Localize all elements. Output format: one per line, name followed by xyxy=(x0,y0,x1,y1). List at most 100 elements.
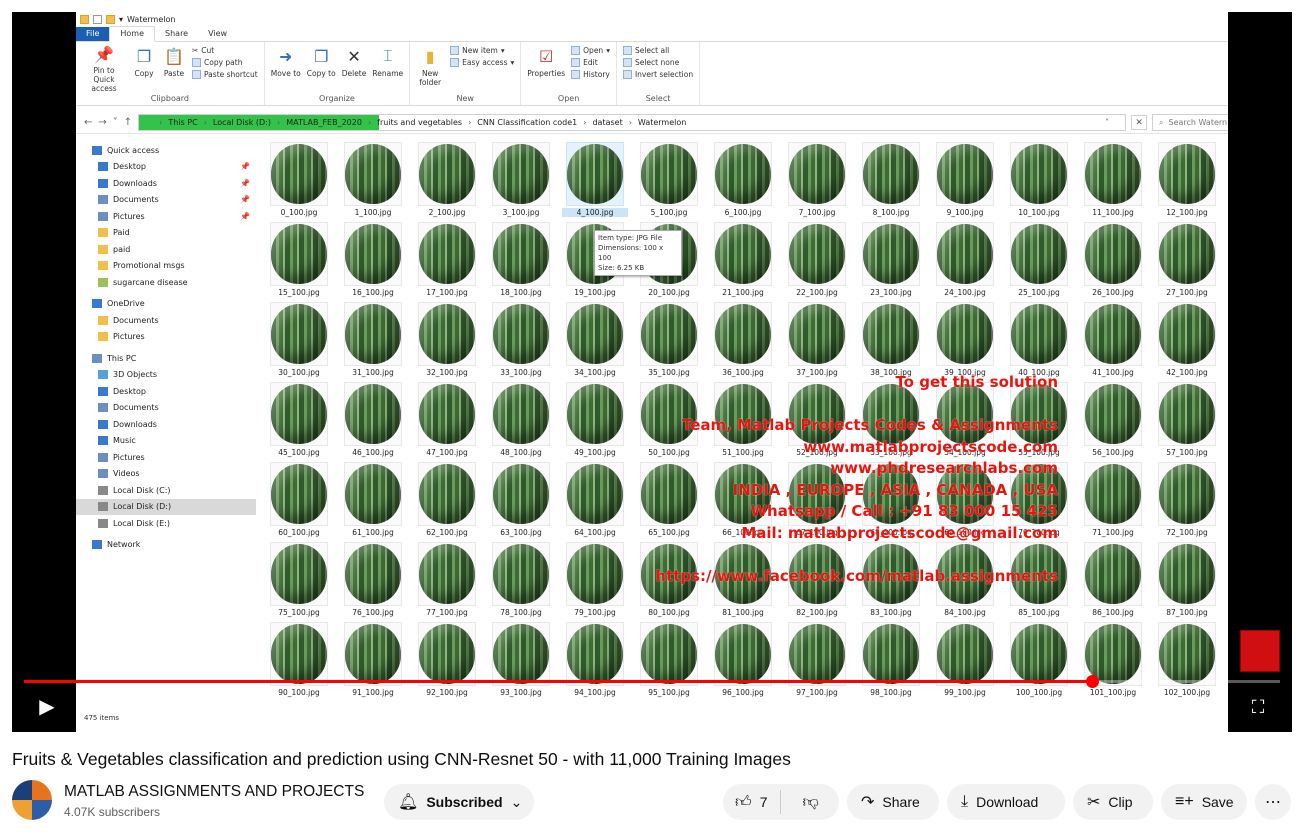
dislike-button[interactable]: 👎︎ xyxy=(789,793,833,812)
file-tile[interactable]: 61_100.jpg xyxy=(340,462,406,542)
file-tile[interactable]: 22_100.jpg xyxy=(784,222,850,302)
progress-bar[interactable] xyxy=(24,675,1280,688)
scrubber-knob[interactable] xyxy=(1085,675,1099,688)
file-tile[interactable]: 12_100.jpg xyxy=(1154,142,1220,222)
gear-icon[interactable]: ⚙ xyxy=(1052,694,1078,720)
nav-item[interactable]: Quick access xyxy=(76,142,256,159)
file-tile[interactable]: 7_100.jpg xyxy=(784,142,850,222)
easy-access-button[interactable]: Easy access ▾ xyxy=(450,58,514,67)
file-tile[interactable]: 87_100.jpg xyxy=(1154,542,1220,622)
file-tile[interactable]: 48_100.jpg xyxy=(488,382,554,462)
file-tile[interactable]: 10_100.jpg xyxy=(1006,142,1072,222)
search-box[interactable]: ⌕ Search Watern xyxy=(1152,114,1228,131)
file-tile[interactable]: 8_100.jpg xyxy=(858,142,924,222)
like-button[interactable]: 👍︎ 7 xyxy=(723,790,781,814)
file-tile[interactable]: 31_100.jpg xyxy=(340,302,406,382)
nav-item[interactable]: 3D Objects xyxy=(76,367,256,384)
nav-item[interactable]: Promotional msgs xyxy=(76,258,256,275)
nav-item[interactable]: Pictures 📌 xyxy=(76,208,256,225)
open-button[interactable]: Open ▾ xyxy=(571,46,610,55)
file-tile[interactable]: 1_100.jpg xyxy=(340,142,406,222)
nav-item[interactable]: Documents xyxy=(76,400,256,417)
paste-button[interactable]: 📋 Paste xyxy=(162,45,186,93)
file-tile[interactable]: 26_100.jpg xyxy=(1080,222,1146,302)
file-tile[interactable]: 18_100.jpg xyxy=(488,222,554,302)
rename-button[interactable]: ⌶ Rename xyxy=(372,45,403,93)
nav-item[interactable]: Desktop xyxy=(76,383,256,400)
file-tile[interactable]: 78_100.jpg xyxy=(488,542,554,622)
file-tile[interactable]: 47_100.jpg xyxy=(414,382,480,462)
file-tile[interactable]: 77_100.jpg xyxy=(414,542,480,622)
fullscreen-icon[interactable]: ⛶ xyxy=(1244,694,1272,720)
file-tile[interactable]: 4_100.jpg xyxy=(562,142,628,222)
nav-item[interactable]: OneDrive xyxy=(76,296,256,313)
file-tile[interactable]: 38_100.jpg xyxy=(858,302,924,382)
file-tile[interactable]: 86_100.jpg xyxy=(1080,542,1146,622)
file-tile[interactable]: 79_100.jpg xyxy=(562,542,628,622)
file-tile[interactable]: 25_100.jpg xyxy=(1006,222,1072,302)
file-tile[interactable]: 30_100.jpg xyxy=(266,302,332,382)
tab-file[interactable]: File xyxy=(76,27,110,41)
file-tile[interactable]: 5_100.jpg xyxy=(636,142,702,222)
file-tile[interactable]: 41_100.jpg xyxy=(1080,302,1146,382)
file-tile[interactable]: 3_100.jpg xyxy=(488,142,554,222)
channel-avatar[interactable] xyxy=(12,780,52,820)
next-icon[interactable]: ▶| xyxy=(82,694,104,720)
file-tile[interactable]: 15_100.jpg xyxy=(266,222,332,302)
nav-item[interactable]: Pictures xyxy=(76,329,256,346)
nav-item[interactable]: Network xyxy=(76,537,256,554)
nav-item[interactable]: Downloads 📌 xyxy=(76,175,256,192)
address-bar[interactable]: › This PC › Local Disk (D:) › MATLAB_FEB_2020… xyxy=(138,114,1148,131)
tab-home[interactable]: Home xyxy=(109,26,156,42)
up-arrow-icon[interactable]: ↑ xyxy=(124,117,132,128)
file-tile[interactable]: 34_100.jpg xyxy=(562,302,628,382)
tab-share[interactable]: Share xyxy=(155,27,198,41)
edit-button[interactable]: Edit xyxy=(571,58,610,67)
breadcrumb-item[interactable]: Local Disk (D:) xyxy=(213,118,271,127)
file-tile[interactable]: 23_100.jpg xyxy=(858,222,924,302)
file-tile[interactable]: 64_100.jpg xyxy=(562,462,628,542)
new-folder-button[interactable]: ▮ New folder xyxy=(416,45,444,93)
file-tile[interactable]: 40_100.jpg xyxy=(1006,302,1072,382)
more-actions-button[interactable]: ⋯ xyxy=(1255,784,1291,820)
file-tile[interactable]: 16_100.jpg xyxy=(340,222,406,302)
file-tile[interactable]: 37_100.jpg xyxy=(784,302,850,382)
file-tile[interactable]: 46_100.jpg xyxy=(340,382,406,462)
save-button[interactable]: ≡+ Save xyxy=(1161,784,1247,820)
nav-item[interactable]: Pictures xyxy=(76,449,256,466)
file-tile[interactable]: 71_100.jpg xyxy=(1080,462,1146,542)
cut-button[interactable]: ✂ Cut xyxy=(192,46,258,55)
file-tile[interactable]: 9_100.jpg xyxy=(932,142,998,222)
nav-item[interactable]: Local Disk (D:) xyxy=(76,498,256,515)
close-icon[interactable]: ✕ xyxy=(1131,115,1148,130)
miniplayer-icon[interactable]: ⧉ xyxy=(1098,694,1124,720)
nav-item[interactable]: sugarcane disease xyxy=(76,274,256,291)
breadcrumb-item[interactable]: MATLAB_FEB_2020 xyxy=(286,118,362,127)
file-tile[interactable]: 17_100.jpg xyxy=(414,222,480,302)
file-tile[interactable]: 76_100.jpg xyxy=(340,542,406,622)
file-tile[interactable]: 75_100.jpg xyxy=(266,542,332,622)
breadcrumb-item[interactable]: This PC xyxy=(168,118,197,127)
chevron-down-icon[interactable]: ˅ xyxy=(1105,118,1109,127)
properties-button[interactable]: ☑ Properties xyxy=(527,45,565,93)
autoplay-toggle-icon[interactable]: ⏸ xyxy=(946,694,980,720)
captions-icon[interactable]: CC xyxy=(1004,697,1030,717)
subscribe-button[interactable]: 🔔︎ Subscribed ⌄ xyxy=(384,784,534,820)
file-tile[interactable]: 62_100.jpg xyxy=(414,462,480,542)
recent-dropdown-icon[interactable]: ˅ xyxy=(113,117,118,128)
file-tile[interactable]: 6_100.jpg xyxy=(710,142,776,222)
file-tile[interactable]: 45_100.jpg xyxy=(266,382,332,462)
breadcrumb-item[interactable]: fruits and vegetables xyxy=(377,118,462,127)
paste-shortcut-button[interactable]: Paste shortcut xyxy=(192,70,258,79)
select-all-button[interactable]: Select all xyxy=(622,46,693,55)
nav-item[interactable]: Downloads xyxy=(76,416,256,433)
copy-button[interactable]: ❐ Copy xyxy=(132,45,156,93)
new-item-button[interactable]: New item ▾ xyxy=(450,46,514,55)
forward-arrow-icon[interactable]: → xyxy=(98,117,106,128)
nav-item[interactable]: paid xyxy=(76,241,256,258)
breadcrumb-item[interactable]: Watermelon xyxy=(638,118,686,127)
back-arrow-icon[interactable]: ← xyxy=(84,117,92,128)
invert-selection-button[interactable]: Invert selection xyxy=(622,70,693,79)
nav-item[interactable]: Desktop 📌 xyxy=(76,159,256,176)
file-tile[interactable]: 63_100.jpg xyxy=(488,462,554,542)
